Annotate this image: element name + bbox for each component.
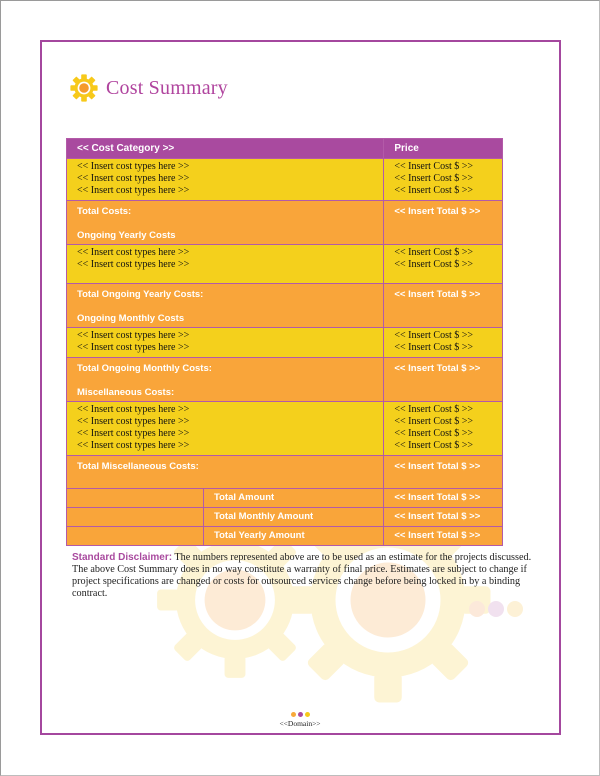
section-heading: Ongoing Monthly Costs: [77, 313, 185, 324]
footer-dot-yellow: [304, 712, 310, 717]
cost-price-item: << Insert Cost $ >>: [394, 416, 474, 427]
summary-value: << Insert Total $ >>: [383, 526, 503, 546]
subtotal-label-cell: Total Ongoing Monthly Costs: Miscellaneo…: [65, 357, 385, 402]
cost-type-item: << Insert cost types here >>: [77, 416, 190, 427]
subtotal-label-cell: Total Costs: Ongoing Yearly Costs: [65, 200, 385, 245]
footer-dots-decoration: [0, 712, 600, 718]
cost-type-item: << Insert cost types here >>: [77, 247, 190, 258]
summary-row-total-yearly-amount: Total Yearly Amount << Insert Total $ >>: [65, 526, 503, 546]
table-header-row: << Cost Category >> Price: [65, 138, 503, 159]
cost-price-item: << Insert Cost $ >>: [394, 173, 474, 184]
cost-type-item: << Insert cost types here >>: [77, 173, 190, 184]
summary-label: Total Amount: [214, 492, 275, 503]
subtotal-row: Total Miscellaneous Costs: << Insert Tot…: [65, 455, 503, 489]
cost-price-cell: << Insert Cost $ >> << Insert Cost $ >> …: [383, 158, 503, 201]
subtotal-label: Total Ongoing Yearly Costs:: [77, 289, 204, 300]
subtotal-value: << Insert Total $ >>: [383, 455, 503, 489]
cost-type-cell: << Insert cost types here >> << Insert c…: [65, 327, 385, 358]
subtotal-label-cell: Total Ongoing Yearly Costs: Ongoing Mont…: [65, 283, 385, 328]
footer-dot-purple: [297, 712, 303, 717]
gear-icon: [70, 74, 98, 102]
disclaimer-paragraph: Standard Disclaimer: The numbers represe…: [72, 552, 532, 600]
subtotal-label: Total Ongoing Monthly Costs:: [77, 363, 212, 374]
subtotal-row: Total Ongoing Yearly Costs: Ongoing Mont…: [65, 283, 503, 328]
section-heading: Ongoing Yearly Costs: [77, 230, 176, 241]
subtotal-label: Total Miscellaneous Costs:: [77, 461, 199, 472]
cost-type-spacer: [77, 271, 383, 280]
cost-price-item: << Insert Cost $ >>: [394, 440, 474, 451]
summary-value: << Insert Total $ >>: [383, 507, 503, 527]
summary-value: << Insert Total $ >>: [383, 488, 503, 508]
cost-type-item: << Insert cost types here >>: [77, 185, 190, 196]
page-footer: <<Domain>>: [0, 712, 600, 728]
subtotal-value: << Insert Total $ >>: [383, 200, 503, 245]
summary-label: Total Monthly Amount: [214, 511, 314, 522]
footer-domain: <<Domain>>: [279, 719, 321, 728]
cost-type-item: << Insert cost types here >>: [77, 342, 190, 353]
cost-type-item: << Insert cost types here >>: [77, 330, 190, 341]
document-header: Cost Summary: [68, 72, 228, 104]
column-header-price: Price: [383, 138, 503, 159]
cost-price-cell: << Insert Cost $ >> << Insert Cost $ >>: [383, 327, 503, 358]
page-title: Cost Summary: [106, 76, 228, 99]
cost-type-item: << Insert cost types here >>: [77, 259, 190, 270]
cost-price-item: << Insert Cost $ >>: [394, 247, 474, 258]
summary-label: Total Yearly Amount: [214, 530, 305, 541]
cost-price-cell: << Insert Cost $ >> << Insert Cost $ >> …: [383, 401, 503, 456]
subtotal-row: Total Costs: Ongoing Yearly Costs << Ins…: [65, 200, 503, 245]
summary-row-total-amount: Total Amount << Insert Total $ >>: [65, 488, 503, 508]
cost-items-row: << Insert cost types here >> << Insert c…: [65, 244, 503, 284]
cost-type-item: << Insert cost types here >>: [77, 440, 190, 451]
cost-items-row: << Insert cost types here >> << Insert c…: [65, 158, 503, 201]
subtotal-label: Total Costs:: [77, 206, 132, 217]
section-heading: Miscellaneous Costs:: [77, 387, 175, 398]
cost-price-item: << Insert Cost $ >>: [394, 185, 474, 196]
summary-blank-cell: [67, 508, 204, 526]
disclaimer-label: Standard Disclaimer:: [72, 552, 173, 563]
summary-blank-cell: [67, 489, 204, 507]
cost-price-item: << Insert Cost $ >>: [394, 404, 474, 415]
cost-price-item: << Insert Cost $ >>: [394, 428, 474, 439]
cost-summary-table: << Cost Category >> Price << Insert cost…: [65, 138, 503, 546]
cost-price-item: << Insert Cost $ >>: [394, 259, 474, 270]
footer-dot-orange: [290, 712, 296, 717]
cost-type-cell: << Insert cost types here >> << Insert c…: [65, 244, 385, 284]
summary-blank-cell: [67, 527, 204, 545]
cost-type-item: << Insert cost types here >>: [77, 428, 190, 439]
cost-price-cell: << Insert Cost $ >> << Insert Cost $ >>: [383, 244, 503, 284]
cost-price-item: << Insert Cost $ >>: [394, 161, 474, 172]
subtotal-value: << Insert Total $ >>: [383, 283, 503, 328]
summary-row-total-monthly-amount: Total Monthly Amount << Insert Total $ >…: [65, 507, 503, 527]
subtotal-label-cell: Total Miscellaneous Costs:: [65, 455, 385, 489]
cost-type-cell: << Insert cost types here >> << Insert c…: [65, 158, 385, 201]
column-header-cost-category: << Cost Category >>: [65, 138, 385, 159]
cost-items-row: << Insert cost types here >> << Insert c…: [65, 327, 503, 358]
cost-items-row: << Insert cost types here >> << Insert c…: [65, 401, 503, 456]
cost-type-item: << Insert cost types here >>: [77, 404, 190, 415]
subtotal-value: << Insert Total $ >>: [383, 357, 503, 402]
cost-price-item: << Insert Cost $ >>: [394, 330, 474, 341]
subtotal-row: Total Ongoing Monthly Costs: Miscellaneo…: [65, 357, 503, 402]
cost-type-cell: << Insert cost types here >> << Insert c…: [65, 401, 385, 456]
cost-type-item: << Insert cost types here >>: [77, 161, 190, 172]
cost-price-item: << Insert Cost $ >>: [394, 342, 474, 353]
